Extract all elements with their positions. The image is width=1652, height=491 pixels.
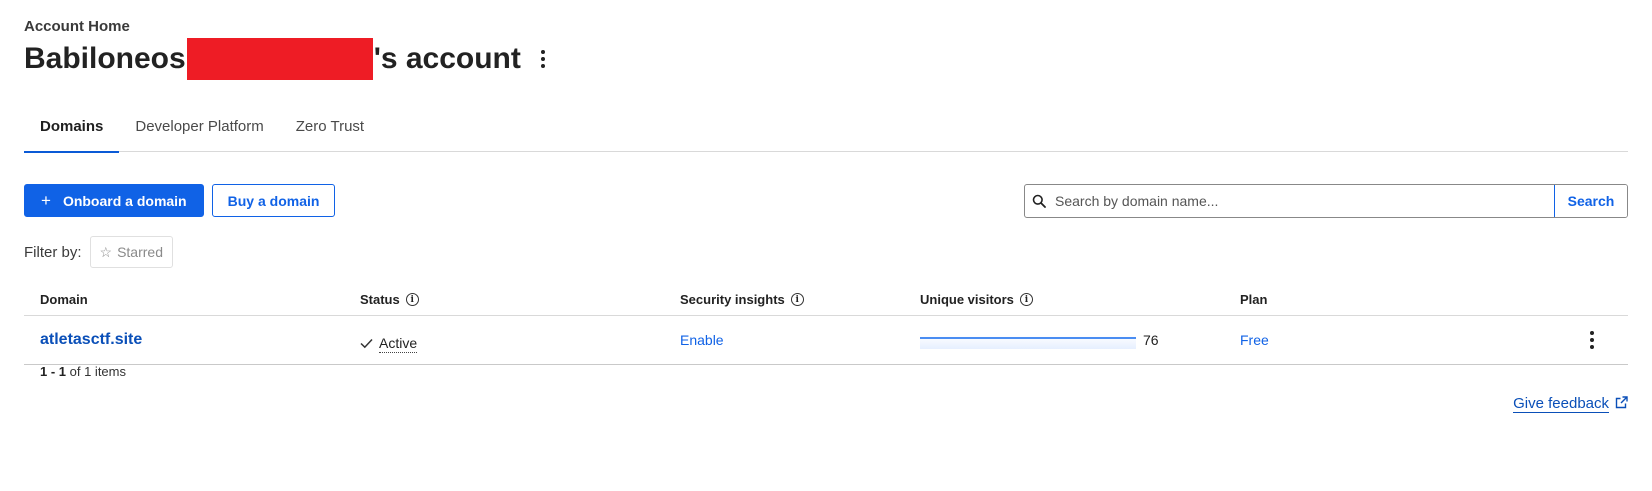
- starred-filter-button[interactable]: ☆ Starred: [89, 236, 173, 268]
- status-badge[interactable]: Active: [360, 335, 664, 353]
- onboard-domain-label: Onboard a domain: [62, 192, 187, 209]
- title-row: Babiloneos 's account: [24, 38, 549, 80]
- give-feedback-label: Give feedback: [1513, 395, 1609, 413]
- redaction-box: [186, 38, 373, 80]
- starred-label: Starred: [117, 244, 163, 260]
- domain-search: Search: [1024, 184, 1628, 218]
- table-header: Domain Status i Security insights i Uniq…: [24, 284, 1628, 316]
- column-header-unique-visitors: Unique visitors i: [904, 292, 1224, 307]
- column-header-status: Status i: [344, 292, 664, 307]
- breadcrumb: Account Home: [24, 18, 130, 35]
- search-icon: [1025, 185, 1053, 217]
- filter-bar: Filter by: ☆ Starred: [24, 236, 173, 268]
- search-input[interactable]: [1053, 185, 1554, 217]
- plus-icon: +: [41, 191, 51, 210]
- enable-security-insights-link[interactable]: Enable: [680, 332, 724, 348]
- column-header-domain: Domain: [40, 292, 88, 307]
- domain-link[interactable]: atletasctf.site: [40, 331, 142, 348]
- pagination-total: of 1 items: [69, 364, 126, 379]
- tab-bar: Domains Developer Platform Zero Trust: [24, 108, 1628, 153]
- plan-link[interactable]: Free: [1240, 332, 1269, 348]
- row-more-options-icon[interactable]: [1586, 327, 1598, 353]
- info-icon[interactable]: i: [790, 293, 804, 306]
- search-button[interactable]: Search: [1554, 185, 1627, 217]
- tab-zero-trust[interactable]: Zero Trust: [280, 108, 380, 152]
- domains-table: Domain Status i Security insights i Uniq…: [24, 284, 1628, 365]
- column-header-security-insights: Security insights i: [664, 292, 904, 307]
- visitors-sparkline-line: [920, 336, 1136, 339]
- pagination-summary: 1 - 1 of 1 items: [40, 364, 126, 379]
- tab-developer-platform[interactable]: Developer Platform: [119, 108, 279, 152]
- tab-domains[interactable]: Domains: [24, 108, 120, 153]
- buy-domain-button[interactable]: Buy a domain: [211, 184, 336, 217]
- table-row: atletasctf.site Active Enable 76 Free: [24, 316, 1628, 365]
- status-text: Active: [379, 335, 418, 353]
- give-feedback-link[interactable]: Give feedback: [1513, 395, 1628, 413]
- filter-label: Filter by:: [24, 243, 82, 261]
- star-outline-icon: ☆: [99, 243, 113, 260]
- page-header: Account Home Babiloneos 's account: [24, 18, 549, 80]
- checkmark-icon: [360, 336, 373, 352]
- onboard-domain-button[interactable]: + Onboard a domain: [24, 184, 204, 217]
- info-icon[interactable]: i: [405, 293, 419, 306]
- visitors-sparkline: [920, 334, 1136, 349]
- info-icon[interactable]: i: [1019, 293, 1033, 306]
- column-header-plan: Plan: [1240, 292, 1268, 307]
- pagination-range: 1 - 1: [40, 364, 67, 379]
- visitors-count: 76: [1143, 331, 1159, 348]
- action-buttons: + Onboard a domain Buy a domain: [24, 184, 336, 217]
- external-link-icon: [1615, 395, 1628, 413]
- account-name-suffix: 's account: [373, 42, 521, 75]
- page-title: Babiloneos 's account: [24, 38, 521, 80]
- account-more-options-icon[interactable]: [537, 46, 549, 72]
- account-name-prefix: Babiloneos: [24, 42, 186, 75]
- unique-visitors-cell: 76: [920, 332, 1224, 349]
